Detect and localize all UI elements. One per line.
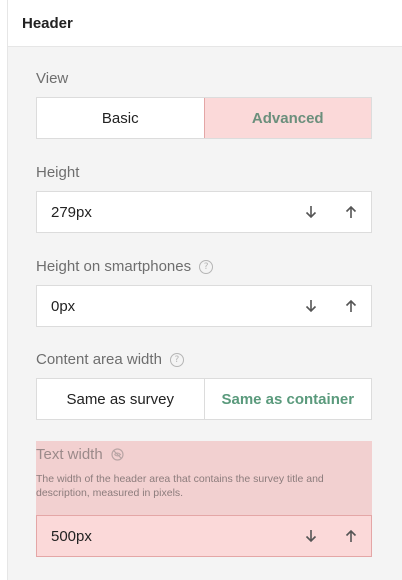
height-label-text: Height <box>36 164 80 181</box>
arrow-up-icon <box>345 205 357 218</box>
view-label: View <box>36 70 68 87</box>
height-smartphones-input[interactable] <box>37 296 291 316</box>
text-width-decrement-button[interactable] <box>291 516 331 556</box>
height-increment-button[interactable] <box>331 192 371 232</box>
help-icon[interactable]: ? <box>169 352 184 367</box>
height-smartphones-label-text: Height on smartphones <box>36 258 192 275</box>
content-area-width-label: Content area width ? <box>36 351 184 368</box>
height-smartphones-decrement-button[interactable] <box>291 286 331 326</box>
height-input[interactable] <box>37 202 291 222</box>
height-field <box>36 191 372 233</box>
content-width-option-survey[interactable]: Same as survey <box>37 379 204 419</box>
height-smartphones-label: Height on smartphones ? <box>36 258 214 275</box>
property-panel: Header View Basic Advanced Height Height… <box>7 0 402 580</box>
visibility-off-icon[interactable] <box>111 448 124 461</box>
view-option-basic[interactable]: Basic <box>37 98 204 138</box>
arrow-down-icon <box>305 206 317 219</box>
text-width-input[interactable] <box>37 526 291 546</box>
view-label-text: View <box>36 70 69 87</box>
arrow-up-icon <box>345 299 357 312</box>
height-label: Height <box>36 164 79 181</box>
height-decrement-button[interactable] <box>291 192 331 232</box>
arrow-down-icon <box>305 530 317 543</box>
text-width-label: Text width <box>36 446 124 463</box>
text-width-increment-button[interactable] <box>331 516 371 556</box>
view-option-advanced[interactable]: Advanced <box>203 98 371 138</box>
height-smartphones-field <box>36 285 372 327</box>
help-icon[interactable]: ? <box>199 259 214 274</box>
panel-title: Header <box>8 0 402 47</box>
content-width-option-container[interactable]: Same as container <box>203 379 372 419</box>
text-width-label-text: Text width <box>36 446 103 463</box>
text-width-field <box>36 515 372 557</box>
view-toggle: Basic Advanced <box>36 97 372 139</box>
text-width-description: The width of the header area that contai… <box>36 473 324 499</box>
arrow-up-icon <box>345 529 357 542</box>
arrow-down-icon <box>305 300 317 313</box>
height-smartphones-increment-button[interactable] <box>331 286 371 326</box>
content-area-width-toggle: Same as survey Same as container <box>36 378 372 420</box>
content-area-width-label-text: Content area width <box>36 351 162 368</box>
